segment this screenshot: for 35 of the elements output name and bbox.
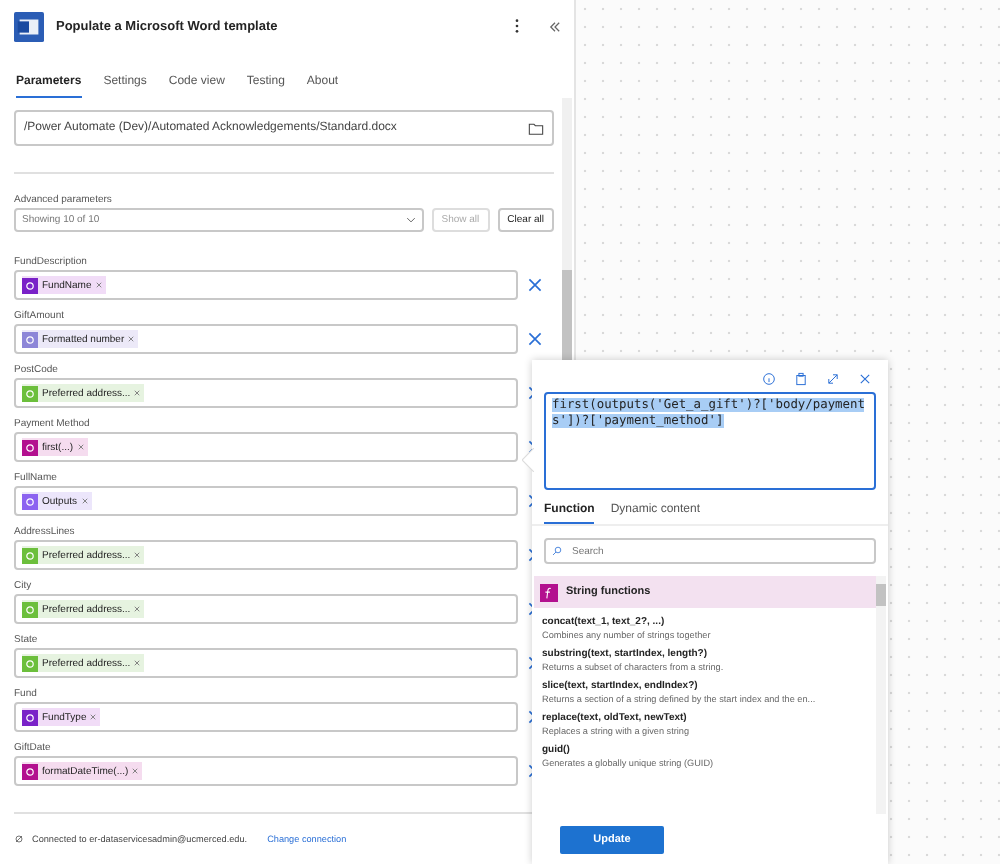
document-icon [14,11,44,41]
token-icon [22,493,38,509]
token-icon [22,763,38,779]
folder-icon [528,121,544,135]
close-icon[interactable] [528,278,542,292]
token-icon [22,655,38,671]
remove-icon[interactable] [81,498,88,504]
more-options-icon[interactable] [514,18,520,34]
token-icon [22,547,38,563]
chevron-icon [405,216,416,224]
collapse-icon[interactable] [548,19,562,33]
scrollbar[interactable] [876,576,886,814]
connection-icon [14,834,24,844]
close-icon[interactable] [858,372,872,386]
expand-icon[interactable] [826,372,840,386]
clipboard-icon[interactable] [794,372,808,386]
remove-icon[interactable] [77,444,84,450]
remove-icon[interactable] [134,660,141,666]
token-icon [22,601,38,617]
close-icon[interactable] [528,332,542,346]
remove-icon[interactable] [95,282,102,288]
function-icon [540,583,558,601]
token-icon [22,439,38,455]
search-icon [552,546,562,556]
remove-icon[interactable] [90,714,97,720]
token-icon [22,331,38,347]
info-icon[interactable] [762,372,776,386]
remove-icon[interactable] [132,768,139,774]
remove-icon[interactable] [134,552,141,558]
remove-icon[interactable] [134,390,141,396]
token-icon [22,709,38,725]
remove-icon[interactable] [128,336,135,342]
remove-icon[interactable] [134,606,141,612]
token-icon [22,277,38,293]
token-icon [22,385,38,401]
